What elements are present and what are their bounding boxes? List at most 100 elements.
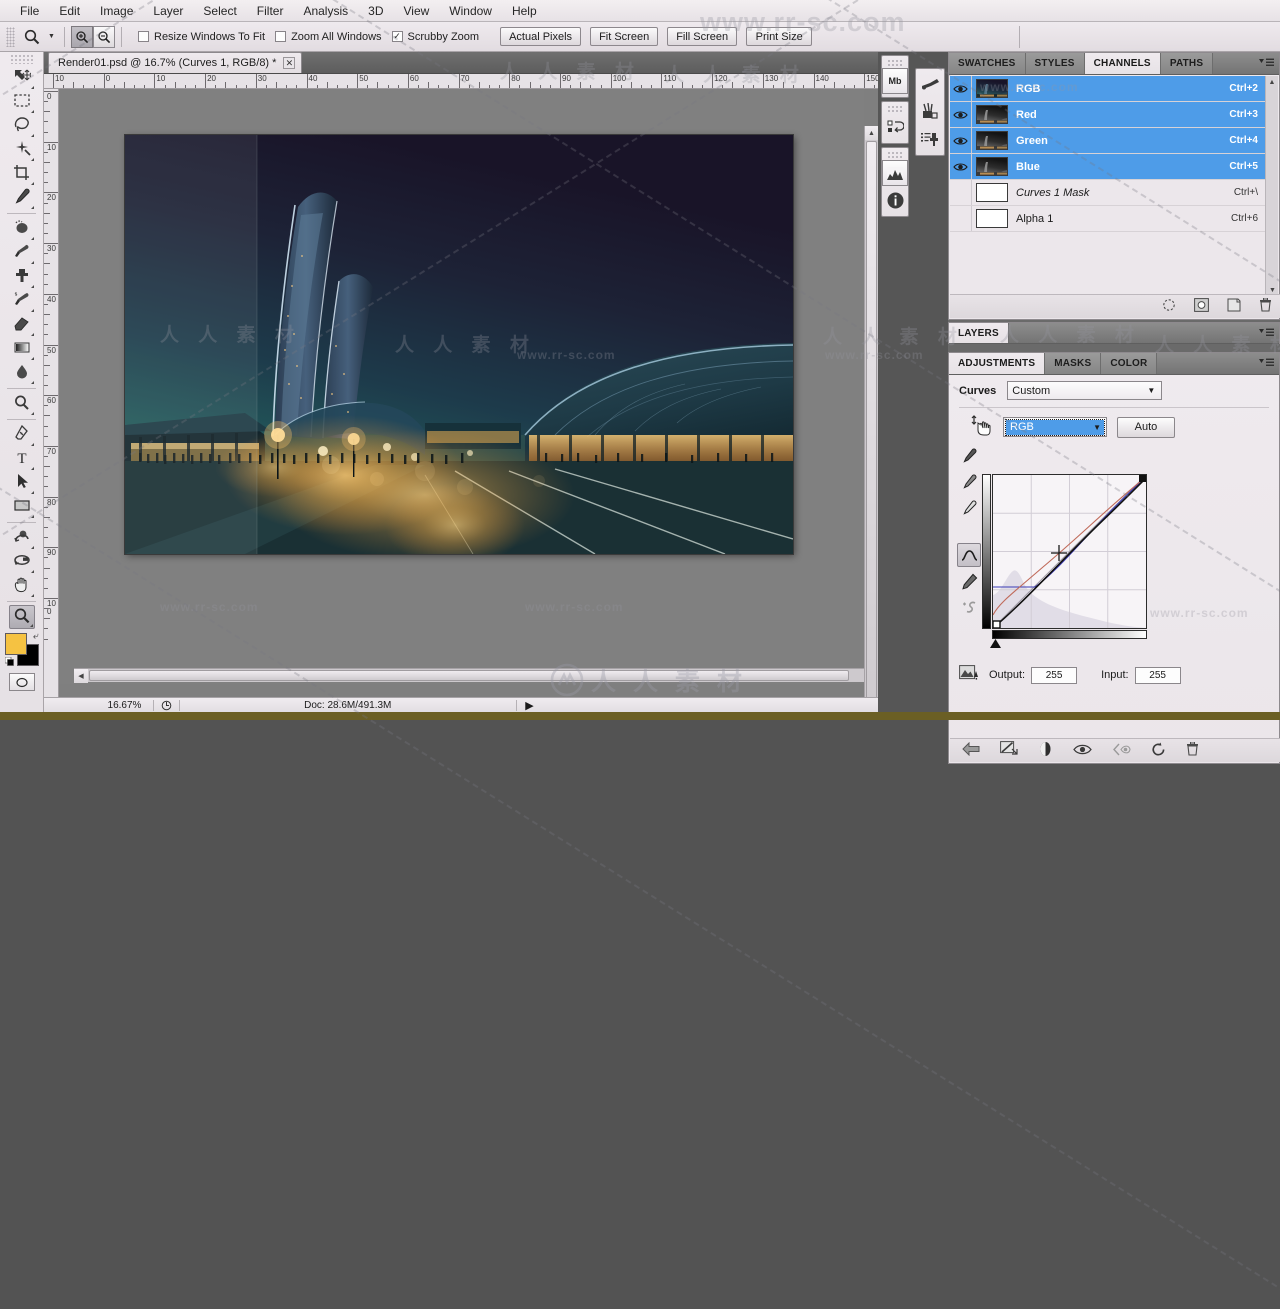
horizontal-ruler[interactable]: 100102030405060708090100110120130140150: [44, 74, 878, 89]
doc-format-icon[interactable]: [154, 699, 180, 711]
black-point-slider[interactable]: [989, 639, 1002, 651]
gray-point-eyedropper-icon[interactable]: [957, 471, 981, 495]
spot-healing-tool[interactable]: [9, 217, 35, 241]
zoom-in-button[interactable]: [71, 25, 93, 48]
status-expand-icon[interactable]: ▶: [517, 699, 543, 712]
menu-item-layer[interactable]: Layer: [143, 1, 193, 21]
channel-visibility-eye-icon[interactable]: [950, 76, 972, 101]
fit-screen-button[interactable]: Fit Screen: [590, 27, 659, 46]
menu-item-3d[interactable]: 3D: [358, 1, 393, 21]
menu-item-select[interactable]: Select: [193, 1, 246, 21]
document-tab[interactable]: Render01.psd @ 16.7% (Curves 1, RGB/8) *…: [48, 52, 303, 73]
on-image-adjust-cursor-icon[interactable]: [971, 415, 993, 439]
tab-color[interactable]: COLOR: [1101, 353, 1158, 374]
crop-tool[interactable]: [9, 162, 35, 186]
menu-item-file[interactable]: File: [10, 1, 49, 21]
tab-styles[interactable]: STYLES: [1025, 53, 1085, 74]
history-icon[interactable]: [882, 114, 908, 140]
tab-masks[interactable]: MASKS: [1045, 353, 1102, 374]
output-value-field[interactable]: 255: [1031, 666, 1078, 684]
channel-row[interactable]: Blue Ctrl+5: [950, 154, 1268, 180]
new-channel-icon[interactable]: [1227, 298, 1241, 315]
scroll-up-arrow-icon[interactable]: ▲: [865, 126, 878, 140]
dock-grip[interactable]: [887, 151, 903, 158]
foreground-color-swatch[interactable]: [4, 633, 27, 655]
canvas-area[interactable]: ◀ ▶ ▲ ▼: [59, 89, 878, 697]
vertical-scrollbar[interactable]: ▲ ▼: [864, 126, 878, 697]
pen-tool[interactable]: [9, 423, 35, 447]
menu-item-filter[interactable]: Filter: [247, 1, 294, 21]
toolbox-grip[interactable]: [10, 54, 33, 64]
black-point-eyedropper-icon[interactable]: [957, 445, 981, 469]
horizontal-scroll-thumb[interactable]: [89, 670, 849, 681]
clip-to-layer-icon[interactable]: [1000, 741, 1018, 760]
tab-layers[interactable]: LAYERS: [949, 323, 1009, 343]
toggle-layer-visibility-icon[interactable]: [1073, 743, 1092, 759]
channel-visibility-eye-icon[interactable]: [950, 180, 972, 205]
eyedropper-tool[interactable]: [9, 186, 35, 210]
brush-presets-icon[interactable]: [917, 99, 943, 125]
dock-grip[interactable]: [887, 59, 903, 66]
gradient-tool[interactable]: [9, 337, 35, 361]
return-to-adjustment-list-icon[interactable]: [962, 741, 980, 759]
auto-button[interactable]: Auto: [1117, 416, 1175, 438]
panel-menu-icon[interactable]: [1258, 327, 1274, 338]
white-point-eyedropper-icon[interactable]: [957, 497, 981, 521]
zoom-out-button[interactable]: [93, 25, 115, 48]
pencil-draw-curve-icon[interactable]: [957, 569, 981, 593]
rotate-3d-tool[interactable]: [9, 526, 35, 550]
input-value-field[interactable]: 255: [1134, 666, 1181, 684]
current-tool-icon[interactable]: [19, 25, 45, 49]
shape-tool[interactable]: [9, 495, 35, 519]
panel-menu-icon[interactable]: [1258, 57, 1274, 68]
horizontal-scrollbar[interactable]: ◀ ▶: [74, 668, 878, 683]
menu-item-help[interactable]: Help: [502, 1, 547, 21]
menu-item-window[interactable]: Window: [439, 1, 502, 21]
channel-visibility-eye-icon[interactable]: [950, 128, 972, 153]
tab-adjustments[interactable]: ADJUSTMENTS: [949, 353, 1046, 374]
channel-visibility-eye-icon[interactable]: [950, 102, 972, 127]
load-channel-as-selection-icon[interactable]: [1162, 298, 1176, 315]
tab-paths[interactable]: PATHS: [1160, 53, 1214, 74]
reset-adjustment-icon[interactable]: [1151, 742, 1166, 760]
channel-row[interactable]: Green Ctrl+4: [950, 128, 1268, 154]
histogram-icon[interactable]: [882, 160, 908, 186]
scroll-left-arrow-icon[interactable]: ◀: [74, 669, 88, 683]
tab-swatches[interactable]: SWATCHES: [949, 53, 1026, 74]
close-icon[interactable]: ✕: [283, 57, 296, 69]
dodge-tool[interactable]: [9, 392, 35, 416]
tool-presets-icon[interactable]: [917, 72, 943, 98]
print-size-button[interactable]: Print Size: [746, 27, 813, 46]
path-selection-tool[interactable]: [9, 471, 35, 495]
channel-row[interactable]: Alpha 1 Ctrl+6: [950, 206, 1268, 232]
delete-adjustment-layer-icon[interactable]: [1186, 741, 1199, 759]
dock-grip[interactable]: [887, 105, 903, 112]
menu-item-view[interactable]: View: [393, 1, 439, 21]
hand-tool[interactable]: [9, 574, 35, 598]
tool-preset-chevron-icon[interactable]: ▼: [45, 26, 58, 48]
smooth-curve-icon[interactable]: [957, 595, 981, 619]
delete-channel-icon[interactable]: [1259, 297, 1272, 315]
channel-row[interactable]: Red Ctrl+3: [950, 102, 1268, 128]
clip-warning-icon[interactable]: [959, 665, 983, 685]
default-colors-icon[interactable]: [4, 656, 14, 666]
quick-selection-tool[interactable]: [9, 138, 35, 162]
zoom-level-field[interactable]: 16.67%: [96, 699, 154, 711]
channels-scrollbar[interactable]: ▲ ▼: [1265, 76, 1278, 296]
preview-previous-state-icon[interactable]: [1112, 743, 1131, 759]
scrubby-zoom-checkbox[interactable]: ✓ Scrubby Zoom: [391, 31, 479, 43]
actual-pixels-button[interactable]: Actual Pixels: [500, 27, 582, 46]
panel-menu-icon[interactable]: [1258, 357, 1274, 368]
options-bar-grip[interactable]: [6, 26, 15, 47]
eraser-tool[interactable]: [9, 313, 35, 337]
brush-tool[interactable]: [9, 241, 35, 265]
scroll-up-arrow-icon[interactable]: ▲: [1266, 76, 1278, 88]
channel-visibility-eye-icon[interactable]: [950, 154, 972, 179]
fill-screen-button[interactable]: Fill Screen: [667, 27, 738, 46]
menu-item-image[interactable]: Image: [90, 1, 143, 21]
orbit-3d-camera-tool[interactable]: [9, 550, 35, 574]
resize-windows-to-fit-checkbox[interactable]: Resize Windows To Fit: [138, 31, 265, 43]
preset-dropdown[interactable]: Custom ▼: [1007, 381, 1163, 400]
curve-graph[interactable]: [992, 474, 1147, 629]
blur-tool[interactable]: [9, 361, 35, 385]
